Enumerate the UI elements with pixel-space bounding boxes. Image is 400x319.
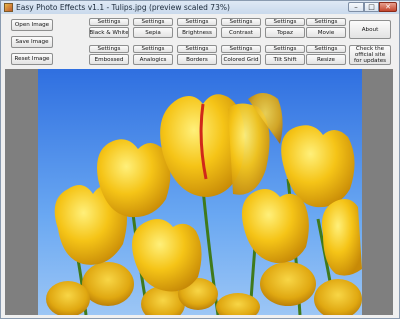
- reset-image-button[interactable]: Reset Image: [11, 53, 53, 65]
- close-button[interactable]: ✕: [379, 2, 397, 12]
- colored-grid-settings-button[interactable]: Settings: [221, 45, 261, 53]
- app-window: Easy Photo Effects v1.1 - Tulips.jpg (pr…: [0, 0, 400, 319]
- topaz-settings-button[interactable]: Settings: [265, 18, 305, 26]
- sepia-settings-button[interactable]: Settings: [133, 18, 173, 26]
- topaz-button[interactable]: Topaz: [265, 27, 305, 38]
- movie-settings-button[interactable]: Settings: [306, 18, 346, 26]
- colored-grid-button[interactable]: Colored Grid: [221, 54, 261, 65]
- black-white-settings-button[interactable]: Settings: [89, 18, 129, 26]
- app-icon: [4, 3, 13, 12]
- resize-settings-button[interactable]: Settings: [306, 45, 346, 53]
- embossed-button[interactable]: Embossed: [89, 54, 129, 65]
- about-button[interactable]: About: [349, 20, 391, 39]
- borders-button[interactable]: Borders: [177, 54, 217, 65]
- brightness-button[interactable]: Brightness: [177, 27, 217, 38]
- tilt-shift-settings-button[interactable]: Settings: [265, 45, 305, 53]
- minimize-button[interactable]: –: [348, 2, 364, 12]
- contrast-settings-button[interactable]: Settings: [221, 18, 261, 26]
- window-title: Easy Photo Effects v1.1 - Tulips.jpg (pr…: [16, 3, 230, 12]
- analogics-settings-button[interactable]: Settings: [133, 45, 173, 53]
- save-image-button[interactable]: Save Image: [11, 36, 53, 48]
- sepia-button[interactable]: Sepia: [133, 27, 173, 38]
- tilt-shift-button[interactable]: Tilt Shift: [265, 54, 305, 65]
- black-white-button[interactable]: Black & White: [89, 27, 129, 38]
- tulips-photo: [38, 69, 362, 315]
- borders-settings-button[interactable]: Settings: [177, 45, 217, 53]
- contrast-button[interactable]: Contrast: [221, 27, 261, 38]
- resize-button[interactable]: Resize: [306, 54, 346, 65]
- open-image-button[interactable]: Open Image: [11, 19, 53, 31]
- check-updates-button[interactable]: Check the official site for updates: [349, 45, 391, 65]
- analogics-button[interactable]: Analogics: [133, 54, 173, 65]
- maximize-button[interactable]: □: [364, 2, 379, 12]
- image-preview-area: [5, 69, 393, 315]
- toolbar: Open Image Save Image Reset Image Settin…: [1, 14, 399, 68]
- embossed-settings-button[interactable]: Settings: [89, 45, 129, 53]
- brightness-settings-button[interactable]: Settings: [177, 18, 217, 26]
- title-bar[interactable]: Easy Photo Effects v1.1 - Tulips.jpg (pr…: [1, 1, 399, 14]
- movie-button[interactable]: Movie: [306, 27, 346, 38]
